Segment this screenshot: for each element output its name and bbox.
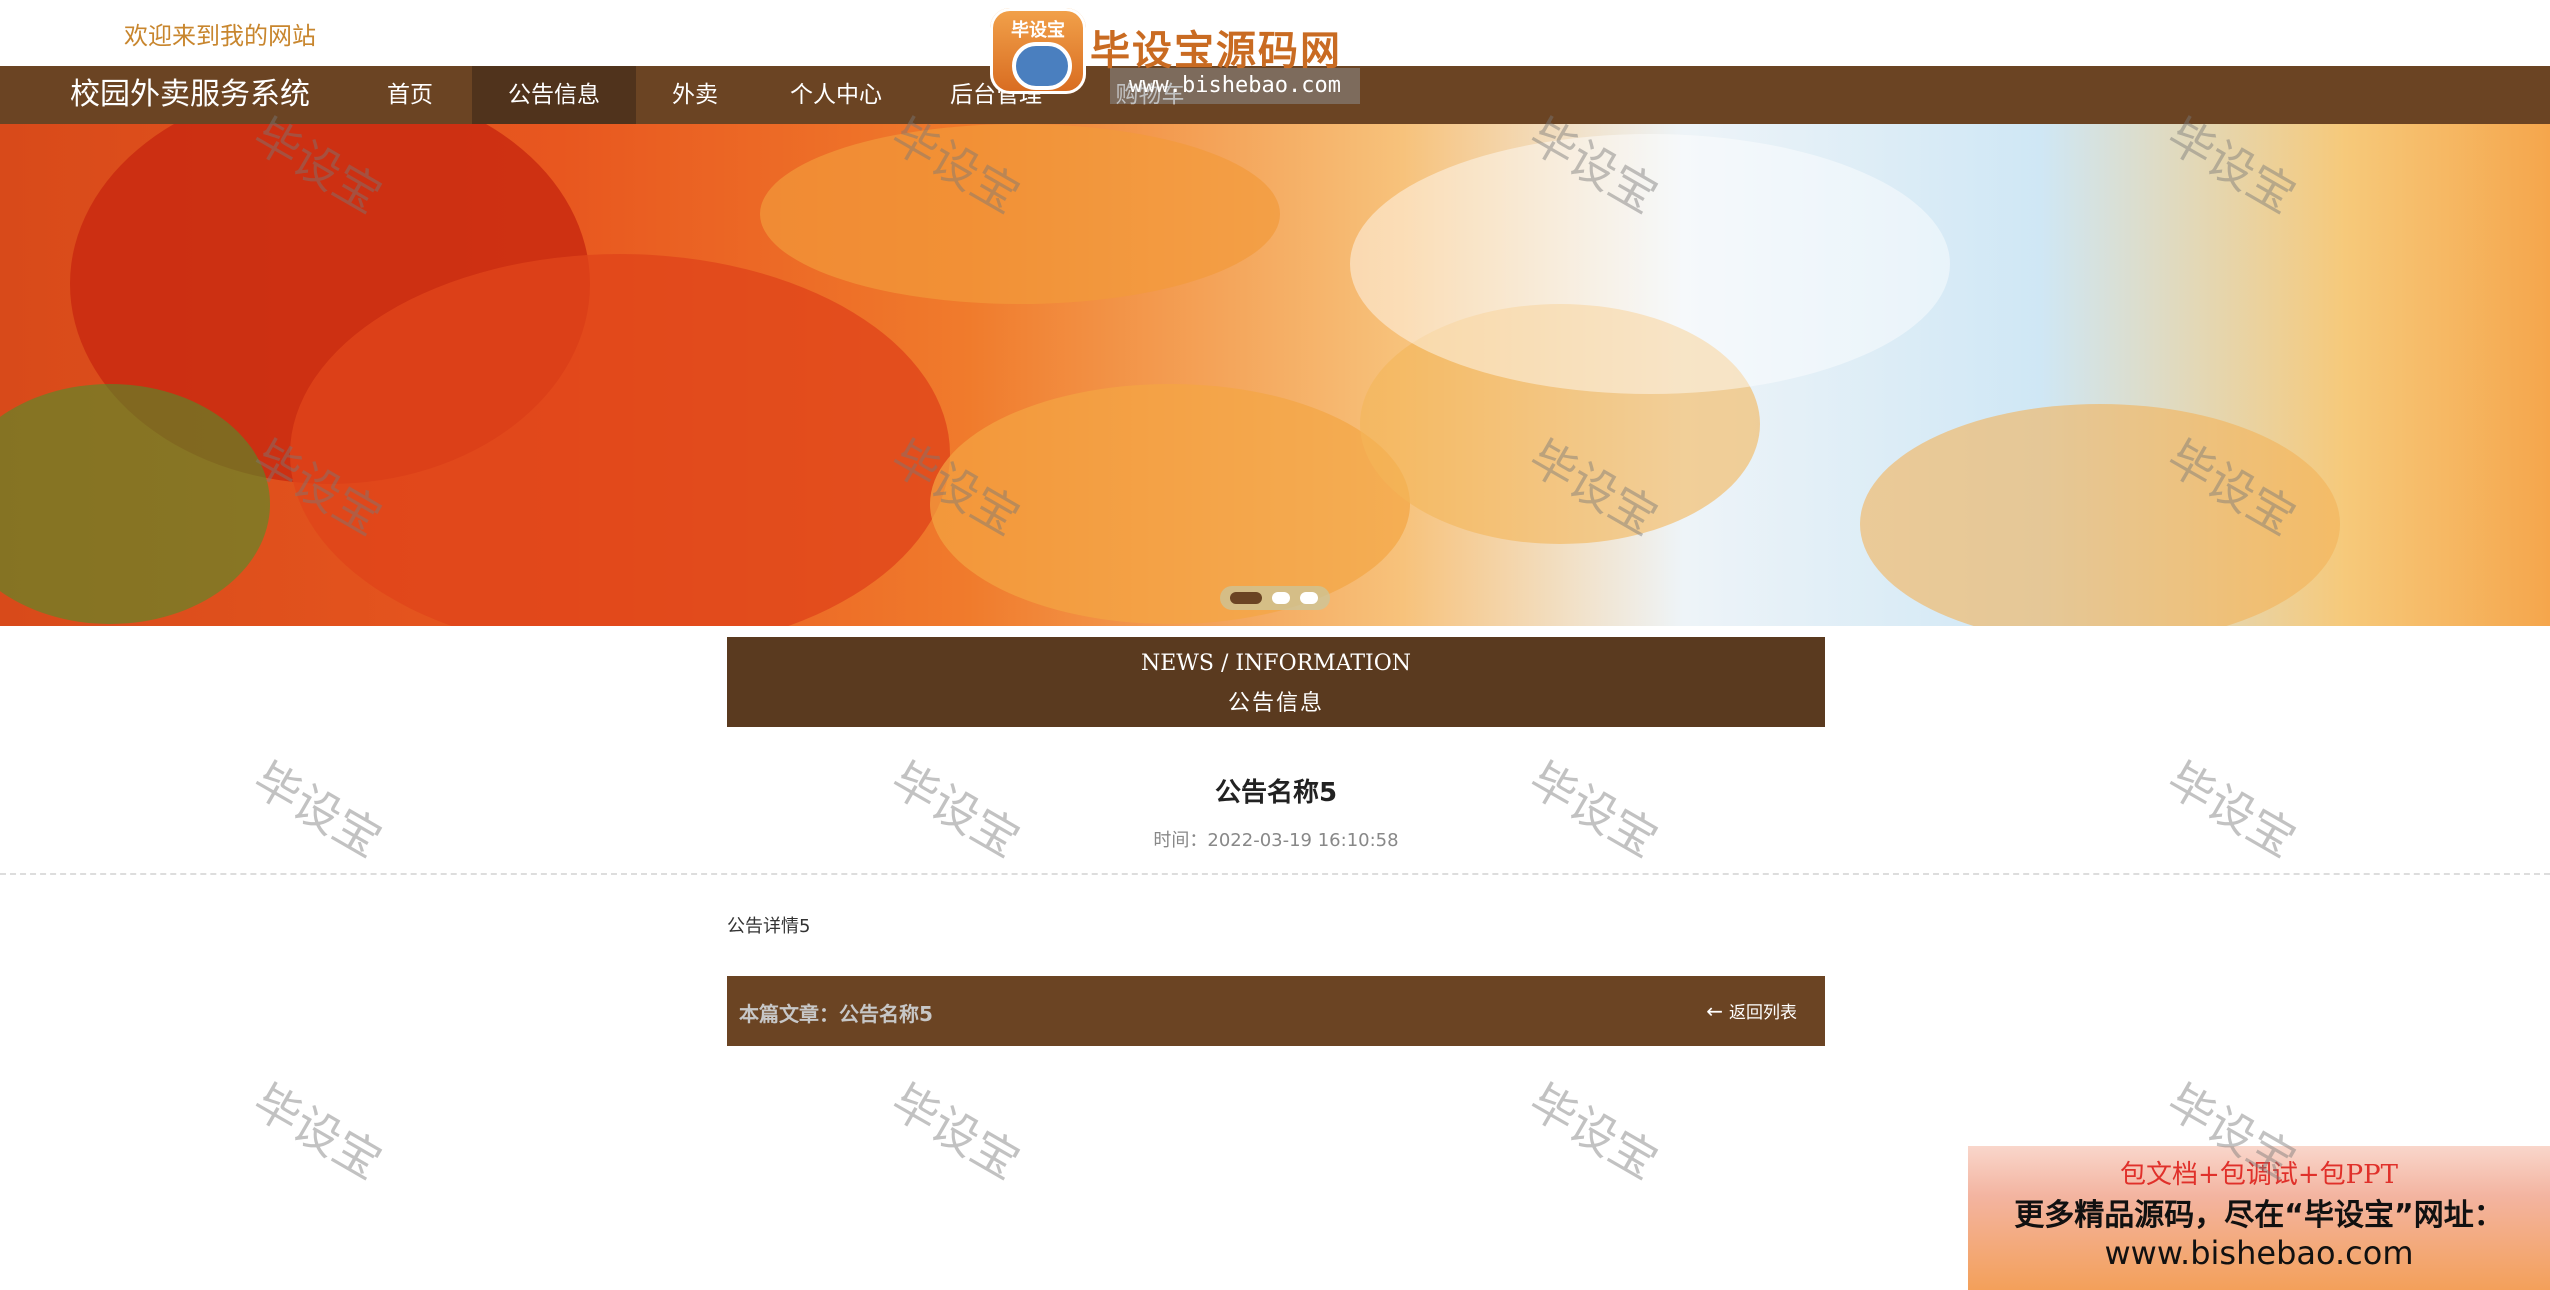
watermark-logo: 毕设宝 毕设宝源码网 www.bishebao.com	[990, 8, 1372, 104]
ad-line1: 包文档+包调试+包PPT	[2120, 1160, 2398, 1190]
article-body: 公告详情5	[727, 916, 811, 937]
ad-banner[interactable]: 包文档+包调试+包PPT 更多精品源码，尽在“毕设宝”网址： www.bishe…	[1968, 1146, 2550, 1290]
section-title-english: NEWS / INFORMATION	[1140, 651, 1412, 676]
carousel-dot[interactable]	[1272, 592, 1290, 604]
ad-line2: 更多精品源码，尽在“毕设宝”网址：	[2014, 1198, 2504, 1233]
article-time: 时间：2022-03-19 16:10:58	[1153, 830, 1399, 851]
back-to-list-label: 返回列表	[1729, 1003, 1797, 1023]
watermark-text: 毕设宝	[244, 1073, 391, 1190]
welcome-text: 欢迎来到我的网站	[124, 22, 316, 50]
watermark-text: 毕设宝	[2158, 751, 2305, 868]
carousel-dot-active[interactable]	[1230, 592, 1262, 604]
nav-item-announcements[interactable]: 公告信息	[472, 66, 636, 124]
ad-line3: www.bishebao.com	[2104, 1234, 2414, 1272]
watermark-badge-icon: 毕设宝	[990, 8, 1086, 94]
carousel-indicators	[1220, 586, 1330, 610]
section-header: NEWS / INFORMATION 公告信息	[727, 637, 1825, 727]
banner-carousel	[0, 124, 2550, 626]
watermark-text: 毕设宝	[1520, 1073, 1667, 1190]
carousel-dot[interactable]	[1300, 592, 1318, 604]
nav-item-home[interactable]: 首页	[360, 66, 460, 124]
section-title-chinese: 公告信息	[1227, 691, 1324, 716]
article-footer-bar: 本篇文章：公告名称5 ← 返回列表	[727, 976, 1825, 1046]
site-brand[interactable]: 校园外卖服务系统	[70, 66, 310, 124]
divider	[0, 873, 2550, 875]
nav-item-personal-center[interactable]: 个人中心	[772, 66, 900, 124]
arrow-left-icon: ←	[1706, 999, 1723, 1023]
watermark-text: 毕设宝	[244, 751, 391, 868]
article-title: 公告名称5	[1214, 778, 1338, 808]
watermark-url: www.bishebao.com	[1110, 68, 1360, 104]
watermark-text: 毕设宝	[882, 1073, 1029, 1190]
banner-image	[0, 124, 2340, 626]
current-article-label: 本篇文章：公告名称5	[739, 1002, 933, 1026]
back-to-list-button[interactable]: ← 返回列表	[1706, 998, 1797, 1023]
nav-item-takeout[interactable]: 外卖	[648, 66, 742, 124]
